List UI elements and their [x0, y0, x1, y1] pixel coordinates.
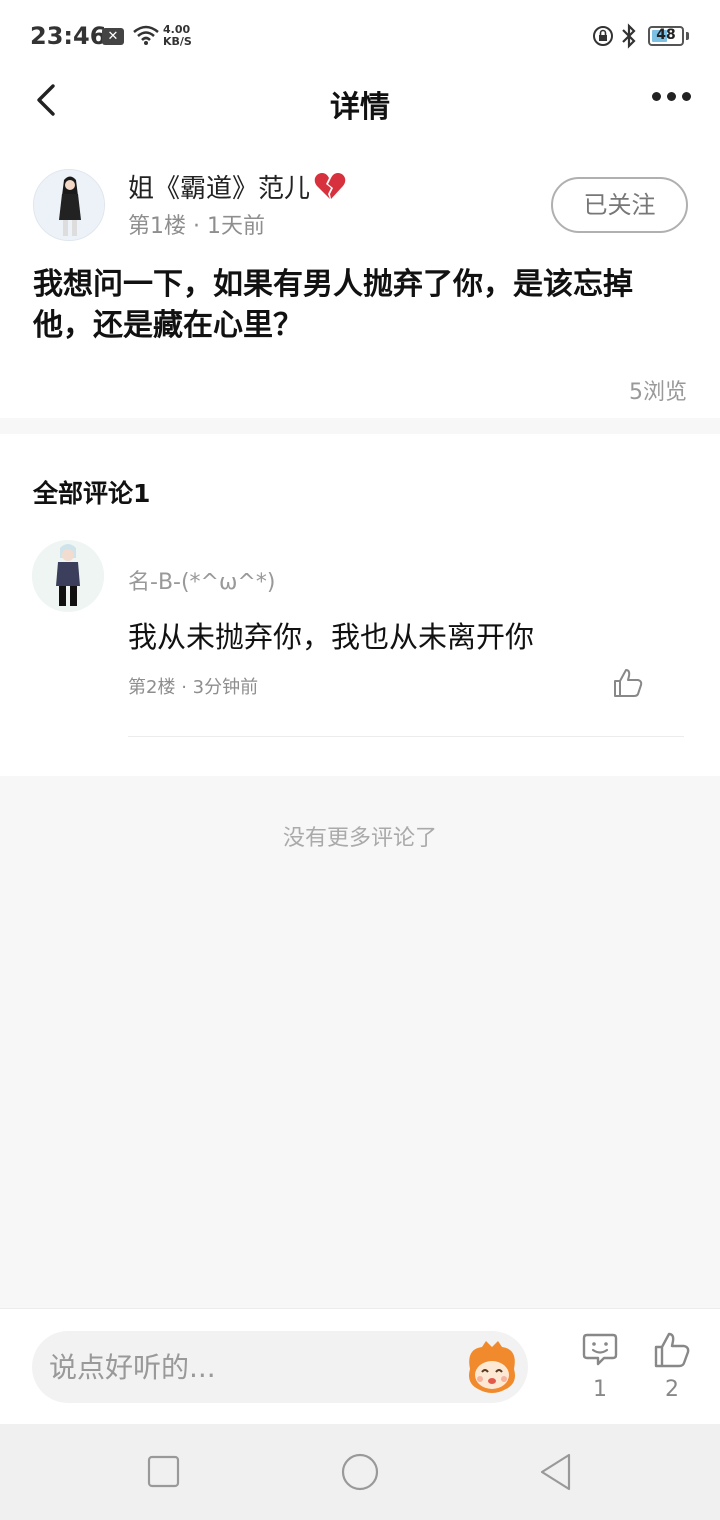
author-name-text: 姐《霸道》范儿 [128, 174, 311, 204]
notification-icon: ✕ [102, 28, 124, 45]
back-nav-button[interactable] [538, 1452, 574, 1492]
avatar-figure-icon [34, 170, 104, 240]
battery-indicator: 48 [648, 26, 684, 46]
more-icon [652, 92, 661, 101]
author-name[interactable]: 姐《霸道》范儿 [128, 168, 346, 205]
system-nav-bar [0, 1424, 720, 1520]
commenter-avatar[interactable] [32, 540, 104, 612]
more-button[interactable] [648, 86, 694, 106]
comment-time: 3分钟前 [192, 677, 259, 698]
no-more-comments: 没有更多评论了 [282, 826, 437, 851]
comment-author[interactable]: 名-B-(*^ω^*) [128, 564, 275, 596]
comment-like-button[interactable] [612, 667, 644, 699]
nav-bar: 详情 [0, 70, 720, 134]
recent-apps-button[interactable] [147, 1452, 181, 1492]
avatar-figure-icon [32, 540, 104, 612]
more-icon-dot [667, 92, 676, 101]
comment-count: 1 [593, 1377, 607, 1402]
comments-heading: 全部评论1 [33, 479, 151, 508]
comment-bubble-icon [582, 1333, 618, 1366]
home-button[interactable] [340, 1452, 380, 1492]
page-title: 详情 [330, 90, 390, 125]
comment-meta: 第2楼 · 3分钟前 [128, 673, 258, 699]
like-count: 2 [665, 1377, 679, 1402]
comment-divider [128, 736, 684, 737]
bluetooth-icon [622, 23, 636, 49]
view-count: 5浏览 [629, 380, 687, 405]
lock-rotation-icon [593, 26, 613, 46]
comment-input[interactable] [32, 1331, 528, 1403]
author-avatar[interactable] [33, 169, 105, 241]
status-time: 23:46 [30, 22, 107, 50]
post-time: 1天前 [207, 214, 265, 239]
meta-separator: · [181, 677, 193, 698]
broken-heart-icon [314, 173, 346, 199]
status-bar: 23:46 ✕ 4.00 KB/S 48 [0, 0, 720, 70]
post-body: 我想问一下，如果有男人抛弃了你，是该忘掉他，还是藏在心里？ [33, 267, 633, 343]
comment-count-button[interactable]: 1 [575, 1331, 625, 1411]
wifi-icon [133, 25, 159, 45]
follow-button[interactable]: 已关注 [551, 177, 688, 233]
more-icon-dot [682, 92, 691, 101]
meta-separator: · [193, 214, 207, 239]
post-meta: 第1楼 · 1天前 [128, 208, 265, 240]
battery-level: 48 [656, 27, 676, 43]
network-speed: 4.00 KB/S [163, 24, 192, 48]
thumbs-up-icon [654, 1332, 690, 1368]
like-count-button[interactable]: 2 [647, 1331, 697, 1411]
post-card: 姐《霸道》范儿 第1楼 · 1天前 已关注 我想问一下，如果有男人抛弃了你，是该… [0, 134, 720, 418]
comment-text: 我从未抛弃你，我也从未离开你 [128, 620, 535, 654]
speed-unit: KB/S [163, 35, 192, 48]
battery-tip [686, 32, 689, 40]
bottom-bar: 1 2 [0, 1308, 720, 1424]
emoji-mascot-icon [469, 1341, 515, 1393]
post-floor: 第1楼 [128, 214, 186, 239]
comment-floor: 第2楼 [128, 677, 176, 698]
comments-section: 全部评论1 名-B-(*^ω^*) 我从未抛弃你，我也从未离开你 第2楼 · 3… [0, 434, 720, 776]
emoji-button[interactable] [462, 1339, 522, 1397]
